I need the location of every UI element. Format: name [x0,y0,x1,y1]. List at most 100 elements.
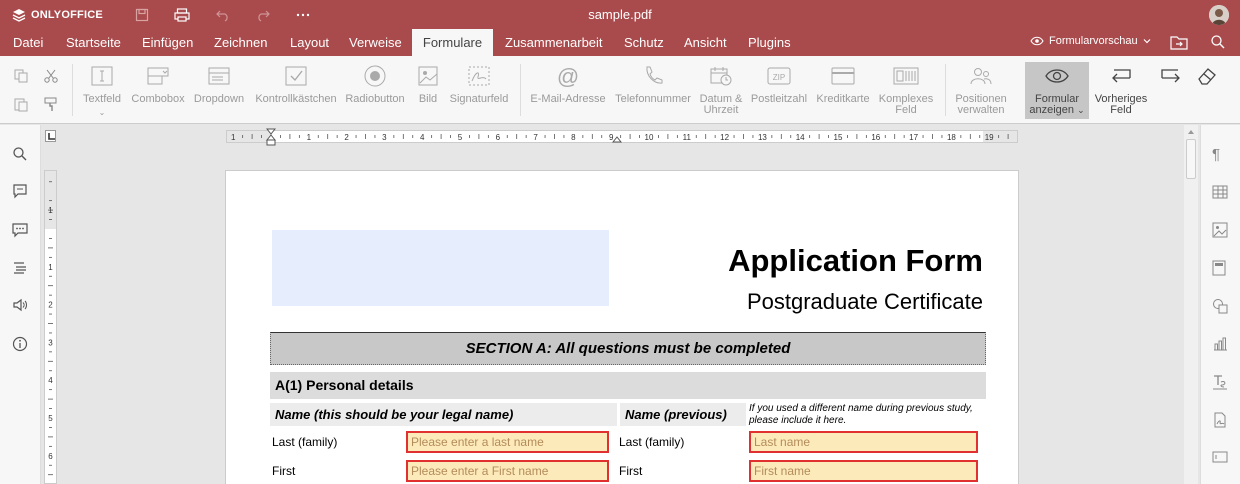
cut-icon[interactable] [43,68,59,84]
previous-field-icon [1092,64,1150,88]
tab-formulare[interactable]: Formulare [412,29,493,56]
form-preview-dropdown[interactable]: Formularvorschau [1030,35,1151,47]
info-icon[interactable] [12,336,30,354]
tab-ansicht[interactable]: Ansicht [676,29,735,56]
right-sidebar: ¶ [1200,125,1240,484]
paste-icon[interactable] [13,96,29,112]
last-name-field[interactable]: Please enter a last name [406,431,609,453]
ruler-number: 12 [720,133,729,142]
speaker-icon[interactable] [12,297,30,315]
document-title: sample.pdf [588,7,652,22]
tab-plugins[interactable]: Plugins [740,29,799,56]
phone-icon [614,64,692,88]
user-avatar[interactable] [1209,5,1229,25]
complex-field-icon [876,64,936,88]
creditcard-button[interactable]: Kreditkarte [814,64,872,105]
first-name-field[interactable]: Please enter a First name [406,460,609,482]
navigation-icon[interactable] [12,260,30,278]
section-heading: SECTION A: All questions must be complet… [270,332,986,365]
logo-placeholder[interactable] [272,230,609,306]
open-location-icon[interactable] [1170,34,1188,52]
title-bar: ONLYOFFICE sample.pdf [0,0,1240,29]
textfield-icon [80,64,124,88]
combobox-label: Combobox [131,93,185,105]
vertical-scrollbar[interactable] [1184,125,1198,484]
combobox-icon [130,64,186,88]
tab-schutz[interactable]: Schutz [616,29,672,56]
textart-settings-icon[interactable] [1212,374,1228,390]
zip-icon-text: ZIP [773,73,785,82]
shape-settings-icon[interactable] [1212,298,1228,314]
tab-marker-icon[interactable] [612,135,622,143]
at-sign-icon: @ [556,63,580,89]
combobox-button[interactable]: Combobox [130,64,186,105]
ruler-number: 6 [496,133,501,142]
previous-field-button[interactable]: Vorheriges Feld [1092,64,1150,116]
image-button[interactable]: Bild [414,64,442,105]
header-footer-icon[interactable] [1212,260,1228,276]
chart-settings-icon[interactable] [1212,336,1228,352]
ruler-number: 13 [758,133,767,142]
paragraph-settings-icon[interactable]: ¶ [1212,146,1228,163]
scroll-up-icon[interactable] [1184,127,1198,137]
search-icon[interactable] [1210,34,1228,52]
copy-icon[interactable] [13,68,29,84]
search-icon[interactable] [12,146,30,164]
scroll-thumb[interactable] [1186,139,1196,179]
horizontal-ruler-ticks: 1 1 2 3 4 5 6 7 8 9 10 11 12 13 14 15 16 17 18 19 [227,131,1017,142]
zip-button[interactable]: ZIP Postleitzahl [750,64,808,105]
tab-verweise[interactable]: Verweise [341,29,410,56]
form-settings-icon[interactable] [1212,450,1228,466]
horizontal-ruler[interactable]: 1 1 2 3 4 5 6 7 8 9 10 11 12 13 14 15 16 17 18 19 [226,128,1018,146]
creditcard-label: Kreditkarte [816,93,870,105]
format-painter-icon[interactable] [43,96,59,112]
previous-last-name-field[interactable]: Last name [749,431,978,453]
signature-settings-icon[interactable] [1212,412,1228,428]
checkbox-label: Kontrollkästchen [255,93,337,105]
manage-positions-button[interactable]: Positionen verwalten [952,64,1010,116]
tab-datei[interactable]: Datei [5,29,51,56]
next-field-button[interactable] [1158,64,1184,94]
previous-field-label-2: Feld [1110,104,1132,116]
document-page[interactable]: Application Form Postgraduate Certificat… [225,170,1019,484]
clear-fields-button[interactable] [1195,64,1219,94]
manage-positions-label-2: verwalten [957,104,1005,116]
tab-einfuegen[interactable]: Einfügen [134,29,201,56]
dropdown-button[interactable]: Dropdown [192,64,246,105]
tab-zusammenarbeit[interactable]: Zusammenarbeit [497,29,611,56]
datetime-button[interactable]: Datum & Uhrzeit [698,64,744,116]
show-form-label-2: anzeigen [1029,104,1075,116]
email-button[interactable]: @ E-Mail-Adresse [530,64,606,105]
phone-button[interactable]: Telefonnummer [614,64,692,105]
signature-icon [449,64,509,88]
ribbon-separator [72,64,73,116]
ruler-number: 2 [344,133,349,142]
table-settings-icon[interactable] [1212,185,1228,201]
comments-icon[interactable] [12,183,30,201]
ruler-number: 3 [48,338,53,347]
tab-stop-selector[interactable] [45,130,56,142]
signature-button[interactable]: Signaturfeld [449,64,509,105]
radiobutton-button[interactable]: Radiobutton [345,64,405,105]
tab-zeichnen[interactable]: Zeichnen [206,29,275,56]
previous-name-header: Name (previous) [620,403,746,426]
vertical-ruler[interactable]: 1 1 2 3 4 5 6 [44,170,57,484]
previous-first-name-field[interactable]: First name [749,460,978,482]
show-form-button[interactable]: Formular anzeigen ⌄ [1025,62,1089,119]
tab-layout[interactable]: Layout [282,29,337,56]
next-field-icon [1158,64,1184,88]
tab-startseite[interactable]: Startseite [58,29,129,56]
complex-field-button[interactable]: Komplexes Feld [876,64,936,116]
ruler-number: 1 [48,206,53,215]
chat-icon[interactable] [12,222,30,240]
eye-icon [1030,36,1044,46]
ruler-number: 7 [533,133,538,142]
first-name-label: First [272,464,296,478]
ruler-number: 2 [48,301,53,310]
image-settings-icon[interactable] [1212,222,1228,238]
indent-marker-icon[interactable] [266,128,276,146]
checkbox-button[interactable]: Kontrollkästchen [254,64,338,105]
textfield-button[interactable]: Textfeld ⌄ [80,64,124,118]
eye-icon [1025,64,1089,88]
ruler-number: 17 [909,133,918,142]
